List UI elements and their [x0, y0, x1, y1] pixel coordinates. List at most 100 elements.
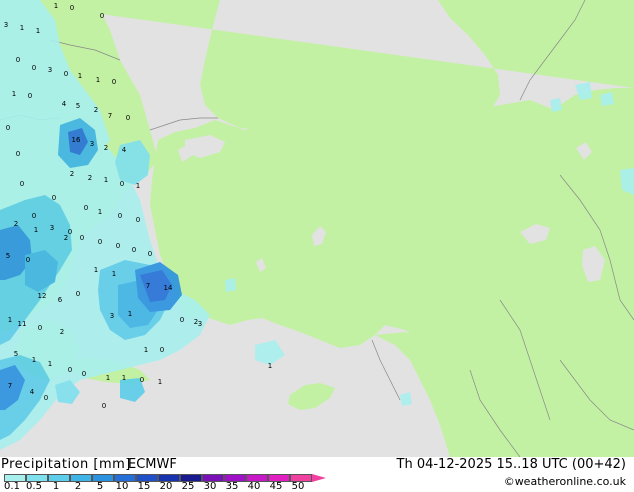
grid-value: 0 — [64, 70, 68, 78]
grid-value: 2 — [14, 220, 18, 228]
grid-value: 1 — [20, 24, 24, 32]
grid-value: 1 — [78, 72, 82, 80]
grid-value: 0 — [160, 346, 164, 354]
grid-value: 4 — [122, 146, 127, 154]
grid-value: 1 — [36, 27, 40, 35]
grid-value: 1 — [98, 208, 102, 216]
grid-value: 5 — [14, 350, 18, 358]
grid-value: 1 — [158, 378, 162, 386]
grid-value: 2 — [94, 106, 98, 114]
grid-value: 0 — [28, 92, 32, 100]
legend-tick-label: 5 — [96, 481, 104, 492]
grid-value: 5 — [6, 252, 10, 260]
grid-value: 2 — [88, 174, 92, 182]
grid-value: 0 — [44, 394, 48, 402]
grid-value: 3 — [198, 320, 202, 328]
legend-title: Precipitation [mm] — [1, 457, 131, 472]
grid-value: 12 — [38, 292, 47, 300]
grid-value: 11 — [18, 320, 27, 328]
grid-value: 7 — [108, 112, 112, 120]
grid-value: 1 — [144, 346, 148, 354]
grid-value: 1 — [106, 374, 110, 382]
legend-model: ECMWF — [128, 457, 177, 472]
legend-tick-label: 0.1 — [4, 481, 20, 492]
grid-value: 1 — [8, 316, 12, 324]
grid-value: 14 — [164, 284, 173, 292]
legend-tick-label: 45 — [269, 481, 283, 492]
grid-value: 5 — [76, 102, 80, 110]
grid-value: 16 — [72, 136, 81, 144]
grid-value: 2 — [64, 234, 68, 242]
legend-tick-label: 50 — [291, 481, 305, 492]
grid-value: 0 — [16, 56, 20, 64]
grid-value: 1 — [54, 2, 58, 10]
legend: Precipitation [mm] ECMWF Th 04-12-2025 1… — [0, 457, 634, 492]
legend-tick-label: 30 — [203, 481, 217, 492]
grid-value: 3 — [4, 21, 8, 29]
legend-tick-label: 0.5 — [26, 481, 42, 492]
grid-value: 0 — [126, 114, 130, 122]
legend-valid-time: Th 04-12-2025 15..18 UTC (00+42) — [396, 457, 627, 472]
legend-tick-label: 10 — [115, 481, 129, 492]
legend-tick-label: 25 — [181, 481, 195, 492]
grid-value: 2 — [60, 328, 64, 336]
legend-tick-label: 20 — [159, 481, 173, 492]
grid-value: 7 — [8, 382, 12, 390]
grid-value: 2 — [104, 144, 108, 152]
grid-value: 0 — [32, 212, 36, 220]
grid-value: 0 — [20, 180, 24, 188]
grid-value: 0 — [140, 376, 144, 384]
grid-value: 0 — [180, 316, 184, 324]
grid-value: 0 — [52, 194, 56, 202]
grid-value: 0 — [6, 124, 10, 132]
grid-value: 1 — [104, 176, 108, 184]
grid-value: 6 — [58, 296, 63, 304]
grid-value: 4 — [62, 100, 67, 108]
grid-value: 1 — [122, 374, 126, 382]
grid-value: 1 — [12, 90, 16, 98]
grid-value: 0 — [80, 234, 84, 242]
grid-value: 1 — [268, 362, 272, 370]
grid-value: 0 — [32, 64, 36, 72]
grid-value: 3 — [90, 140, 94, 148]
grid-value: 0 — [70, 4, 74, 12]
grid-value: 0 — [132, 246, 136, 254]
grid-value: 0 — [98, 238, 102, 246]
grid-value: 0 — [84, 204, 88, 212]
grid-value: 1 — [34, 226, 38, 234]
legend-tick-label: 2 — [74, 481, 82, 492]
legend-credit: ©weatheronline.co.uk — [503, 475, 626, 488]
grid-value: 2 — [70, 170, 74, 178]
grid-value: 1 — [32, 356, 36, 364]
legend-tick-label: 40 — [247, 481, 261, 492]
grid-value: 3 — [110, 312, 114, 320]
grid-value: 0 — [68, 228, 72, 236]
grid-value: 1 — [48, 360, 52, 368]
grid-value: 0 — [100, 12, 104, 20]
grid-value: 0 — [16, 150, 20, 158]
grid-value: 3 — [50, 224, 54, 232]
grid-value: 0 — [116, 242, 120, 250]
grid-value: 0 — [120, 180, 124, 188]
legend-tick-label: 35 — [225, 481, 239, 492]
legend-arrow — [312, 474, 326, 482]
grid-value: 0 — [136, 216, 140, 224]
grid-value: 4 — [30, 388, 35, 396]
grid-value: 0 — [118, 212, 122, 220]
grid-value: 1 — [128, 310, 132, 318]
grid-value: 0 — [26, 256, 30, 264]
grid-value: 1 — [112, 270, 116, 278]
grid-value: 0 — [38, 324, 42, 332]
grid-value: 7 — [146, 282, 150, 290]
grid-value: 3 — [48, 66, 52, 74]
precipitation-map: 3 1 11 0000 3 0 1 1 01 04 5 27 00016 3 2 4002 2 1 0 103 00 1 0… — [0, 0, 634, 457]
grid-value: 0 — [82, 370, 86, 378]
grid-value: 0 — [102, 402, 106, 410]
grid-value: 0 — [76, 290, 80, 298]
grid-value: 0 — [148, 250, 152, 258]
grid-value: 1 — [136, 182, 140, 190]
legend-tick-label: 15 — [137, 481, 151, 492]
grid-value: 1 — [94, 266, 98, 274]
legend-tick-label: 1 — [52, 481, 60, 492]
grid-value: 0 — [112, 78, 116, 86]
